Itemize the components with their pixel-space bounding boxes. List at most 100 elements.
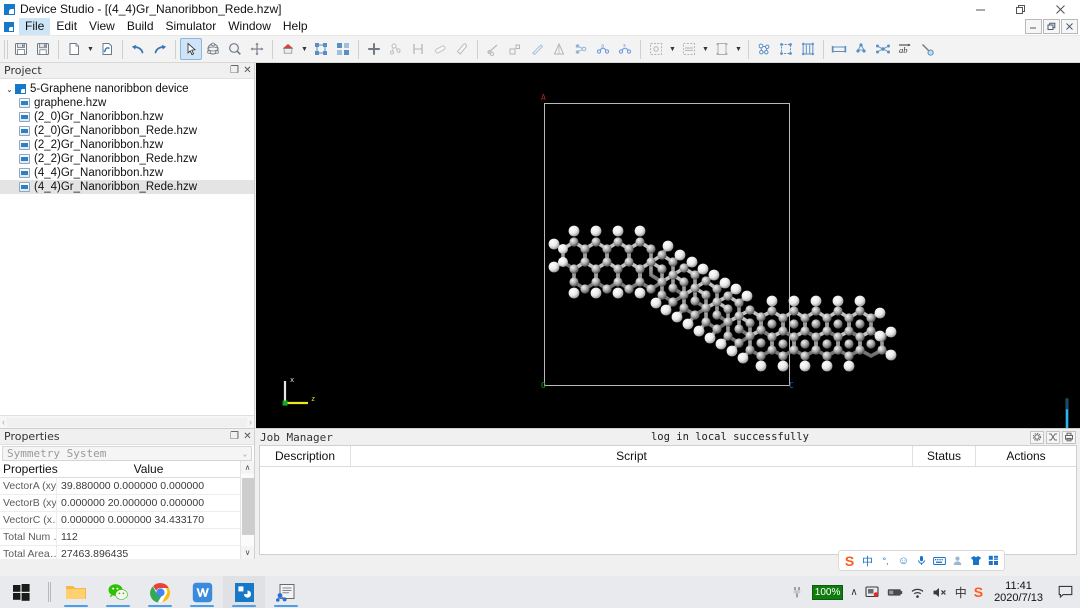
- soft-keyboard-icon[interactable]: [932, 553, 947, 568]
- column-script[interactable]: Script: [351, 446, 913, 466]
- nanotube-icon[interactable]: [775, 38, 797, 60]
- menu-edit[interactable]: Edit: [50, 18, 83, 35]
- cell-icon[interactable]: [711, 38, 733, 60]
- power-plug-icon[interactable]: [791, 585, 805, 599]
- structure-viewport[interactable]: A O C x z: [256, 63, 1080, 428]
- project-close-button[interactable]: ✕: [241, 65, 254, 76]
- measure-icon[interactable]: [407, 38, 429, 60]
- shuffle-icon[interactable]: [1046, 430, 1060, 444]
- home-view-icon[interactable]: [277, 38, 299, 60]
- scroll-up-arrow[interactable]: ∧: [240, 461, 254, 474]
- menu-help[interactable]: Help: [277, 18, 314, 35]
- cell-dropdown[interactable]: ▼: [733, 38, 744, 60]
- scroll-down-arrow[interactable]: ∨: [240, 546, 254, 559]
- slab-icon[interactable]: [548, 38, 570, 60]
- settings-gear-icon[interactable]: [1030, 430, 1044, 444]
- redo-icon[interactable]: [149, 38, 171, 60]
- save-icon[interactable]: [32, 38, 54, 60]
- crystal-dropdown[interactable]: ▼: [667, 38, 678, 60]
- list-item[interactable]: graphene.hzw: [0, 96, 254, 110]
- mdi-system-icon[interactable]: [4, 21, 14, 32]
- taskbar-device-studio[interactable]: [223, 576, 265, 608]
- menu-file[interactable]: File: [19, 18, 51, 35]
- scroll-thumb[interactable]: [241, 478, 254, 535]
- taskbar-clock[interactable]: 11:41 2020/7/13: [990, 580, 1047, 604]
- menu-build[interactable]: Build: [121, 18, 160, 35]
- scroll-right-arrow[interactable]: ›: [249, 417, 252, 427]
- crystal-icon[interactable]: [645, 38, 667, 60]
- user-icon[interactable]: [950, 553, 965, 568]
- pan-icon[interactable]: [246, 38, 268, 60]
- tile-view-icon[interactable]: [332, 38, 354, 60]
- lattice-a-icon[interactable]: a: [592, 38, 614, 60]
- atom-cluster-icon[interactable]: [385, 38, 407, 60]
- list-item[interactable]: (2_0)Gr_Nanoribbon_Rede.hzw: [0, 124, 254, 138]
- rotate-icon[interactable]: [202, 38, 224, 60]
- tray-chevron-up-icon[interactable]: ∧: [850, 587, 857, 598]
- toolbar-grip[interactable]: [4, 39, 8, 59]
- screenshot-icon[interactable]: [865, 585, 880, 599]
- list-item[interactable]: (2_2)Gr_Nanoribbon_Rede.hzw: [0, 152, 254, 166]
- chevron-down-icon[interactable]: ⌄: [4, 85, 15, 94]
- table-row[interactable]: Total Num … 112: [0, 529, 240, 546]
- restore-button[interactable]: [1000, 0, 1040, 18]
- properties-close-button[interactable]: ✕: [241, 431, 254, 442]
- lattice-x-icon[interactable]: x: [614, 38, 636, 60]
- probe-icon[interactable]: [916, 38, 938, 60]
- chevron-down-icon[interactable]: ⌄: [239, 450, 251, 458]
- zoom-icon[interactable]: [224, 38, 246, 60]
- viewport-scale-slider[interactable]: [1063, 395, 1071, 428]
- column-actions[interactable]: Actions: [976, 446, 1076, 466]
- list-item[interactable]: (2_0)Gr_Nanoribbon.hzw: [0, 110, 254, 124]
- close-button[interactable]: [1040, 0, 1080, 18]
- properties-float-button[interactable]: ❐: [228, 431, 241, 442]
- table-row[interactable]: VectorA (xyz) 39.880000 0.000000 0.00000…: [0, 478, 240, 495]
- project-horizontal-scrollbar[interactable]: ‹ ›: [0, 415, 254, 428]
- menu-window[interactable]: Window: [222, 18, 277, 35]
- sogou-tray-icon[interactable]: S: [974, 584, 983, 600]
- scatter-icon[interactable]: [850, 38, 872, 60]
- menu-view[interactable]: View: [83, 18, 121, 35]
- supercell-icon[interactable]: [504, 38, 526, 60]
- symmetry-icon[interactable]: [570, 38, 592, 60]
- fit-view-icon[interactable]: [310, 38, 332, 60]
- taskbar-wechat[interactable]: [97, 576, 139, 608]
- skin-icon[interactable]: [968, 553, 983, 568]
- voice-input-icon[interactable]: [914, 553, 929, 568]
- taskbar-nanodcal-app[interactable]: [265, 576, 307, 608]
- notification-icon[interactable]: [1054, 576, 1076, 608]
- mdi-close-button[interactable]: [1061, 19, 1078, 34]
- minimize-button[interactable]: [960, 0, 1000, 18]
- punctuation-icon[interactable]: °,: [878, 553, 893, 568]
- sogou-logo-icon[interactable]: S: [842, 553, 857, 569]
- taskbar-wps-office[interactable]: [181, 576, 223, 608]
- scroll-left-arrow[interactable]: ‹: [2, 417, 5, 427]
- cut-bond-icon[interactable]: [482, 38, 504, 60]
- toolbox-icon[interactable]: [986, 553, 1001, 568]
- new-document-dropdown[interactable]: ▼: [85, 38, 96, 60]
- select-arrow-icon[interactable]: [180, 38, 202, 60]
- ime-chinese-icon[interactable]: 中: [955, 584, 967, 601]
- column-description[interactable]: Description: [260, 446, 351, 466]
- device-icon[interactable]: [797, 38, 819, 60]
- table-row[interactable]: Total Area… 27463.896435: [0, 546, 240, 559]
- table-row[interactable]: VectorB (xyz) 0.000000 20.000000 0.00000…: [0, 495, 240, 512]
- ruler-icon[interactable]: [526, 38, 548, 60]
- molecule-icon[interactable]: [753, 38, 775, 60]
- volume-muted-icon[interactable]: [932, 586, 948, 599]
- layer-icon[interactable]: [678, 38, 700, 60]
- mdi-minimize-button[interactable]: [1025, 19, 1042, 34]
- open-file-icon[interactable]: [10, 38, 32, 60]
- eraser-icon[interactable]: [429, 38, 451, 60]
- usb-device-icon[interactable]: [887, 586, 903, 599]
- list-item[interactable]: (4_4)Gr_Nanoribbon.hzw: [0, 166, 254, 180]
- wifi-icon[interactable]: [910, 586, 925, 599]
- scroll-track[interactable]: [7, 417, 247, 427]
- table-row[interactable]: VectorC (x… 0.000000 0.000000 34.433170: [0, 512, 240, 529]
- transport-icon[interactable]: [872, 38, 894, 60]
- symmetry-system-select[interactable]: Symmetry System ⌄: [2, 446, 252, 461]
- taskbar-google-chrome[interactable]: [139, 576, 181, 608]
- list-item-selected[interactable]: (4_4)Gr_Nanoribbon_Rede.hzw: [0, 180, 254, 194]
- layer-dropdown[interactable]: ▼: [700, 38, 711, 60]
- new-document-icon[interactable]: [63, 38, 85, 60]
